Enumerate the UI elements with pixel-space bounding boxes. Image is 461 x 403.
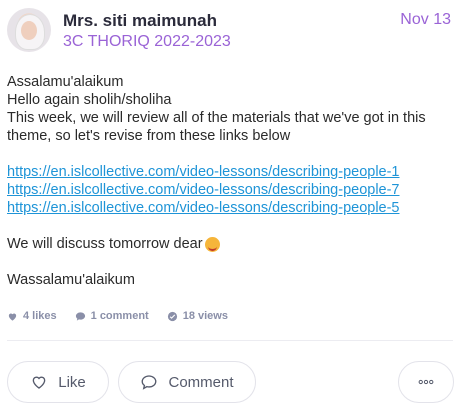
author-name[interactable]: Mrs. siti maimunah — [63, 11, 217, 31]
heart-outline-icon — [32, 376, 46, 389]
lesson-link-1[interactable]: https://en.islcollective.com/video-lesso… — [7, 163, 457, 181]
avatar-face — [21, 21, 37, 40]
discuss-text: We will discuss tomorrow dear — [7, 236, 203, 252]
eye-icon — [167, 311, 177, 321]
heart-icon — [8, 313, 17, 321]
speech-bubble-icon — [75, 311, 85, 321]
comments-stat[interactable]: 1 comment — [75, 310, 149, 322]
likes-count: 4 likes — [23, 310, 57, 322]
speech-bubble-outline-icon — [142, 375, 157, 390]
post-stats: 4 likes 1 comment 18 views — [7, 310, 228, 322]
post-date: Nov 13 — [400, 11, 451, 28]
link-list: https://en.islcollective.com/video-lesso… — [7, 163, 457, 217]
likes-stat[interactable]: 4 likes — [7, 310, 57, 322]
comments-count: 1 comment — [90, 310, 149, 322]
grinning-emoji-icon — [204, 236, 220, 252]
hello-text: Hello again sholih/sholiha — [7, 92, 172, 108]
divider — [7, 340, 453, 341]
discuss-line: We will discuss tomorrow dear — [7, 235, 457, 253]
lesson-link-2[interactable]: https://en.islcollective.com/video-lesso… — [7, 181, 457, 199]
closing-text: Wassalamu'alaikum — [7, 272, 135, 288]
views-count: 18 views — [182, 310, 228, 322]
greeting-text: Assalamu'alaikum — [7, 74, 124, 90]
message-text: This week, we will review all of the mat… — [7, 110, 426, 144]
course-name[interactable]: 3C THORIQ 2022-2023 — [63, 33, 231, 51]
like-label: Like — [58, 373, 86, 391]
lesson-link-3[interactable]: https://en.islcollective.com/video-lesso… — [7, 199, 457, 217]
author-avatar[interactable] — [7, 8, 51, 52]
post-body: Assalamu'alaikum Hello again sholih/shol… — [7, 73, 457, 289]
comment-label: Comment — [168, 373, 234, 391]
ellipsis-icon — [418, 379, 434, 385]
views-stat: 18 views — [167, 310, 228, 322]
